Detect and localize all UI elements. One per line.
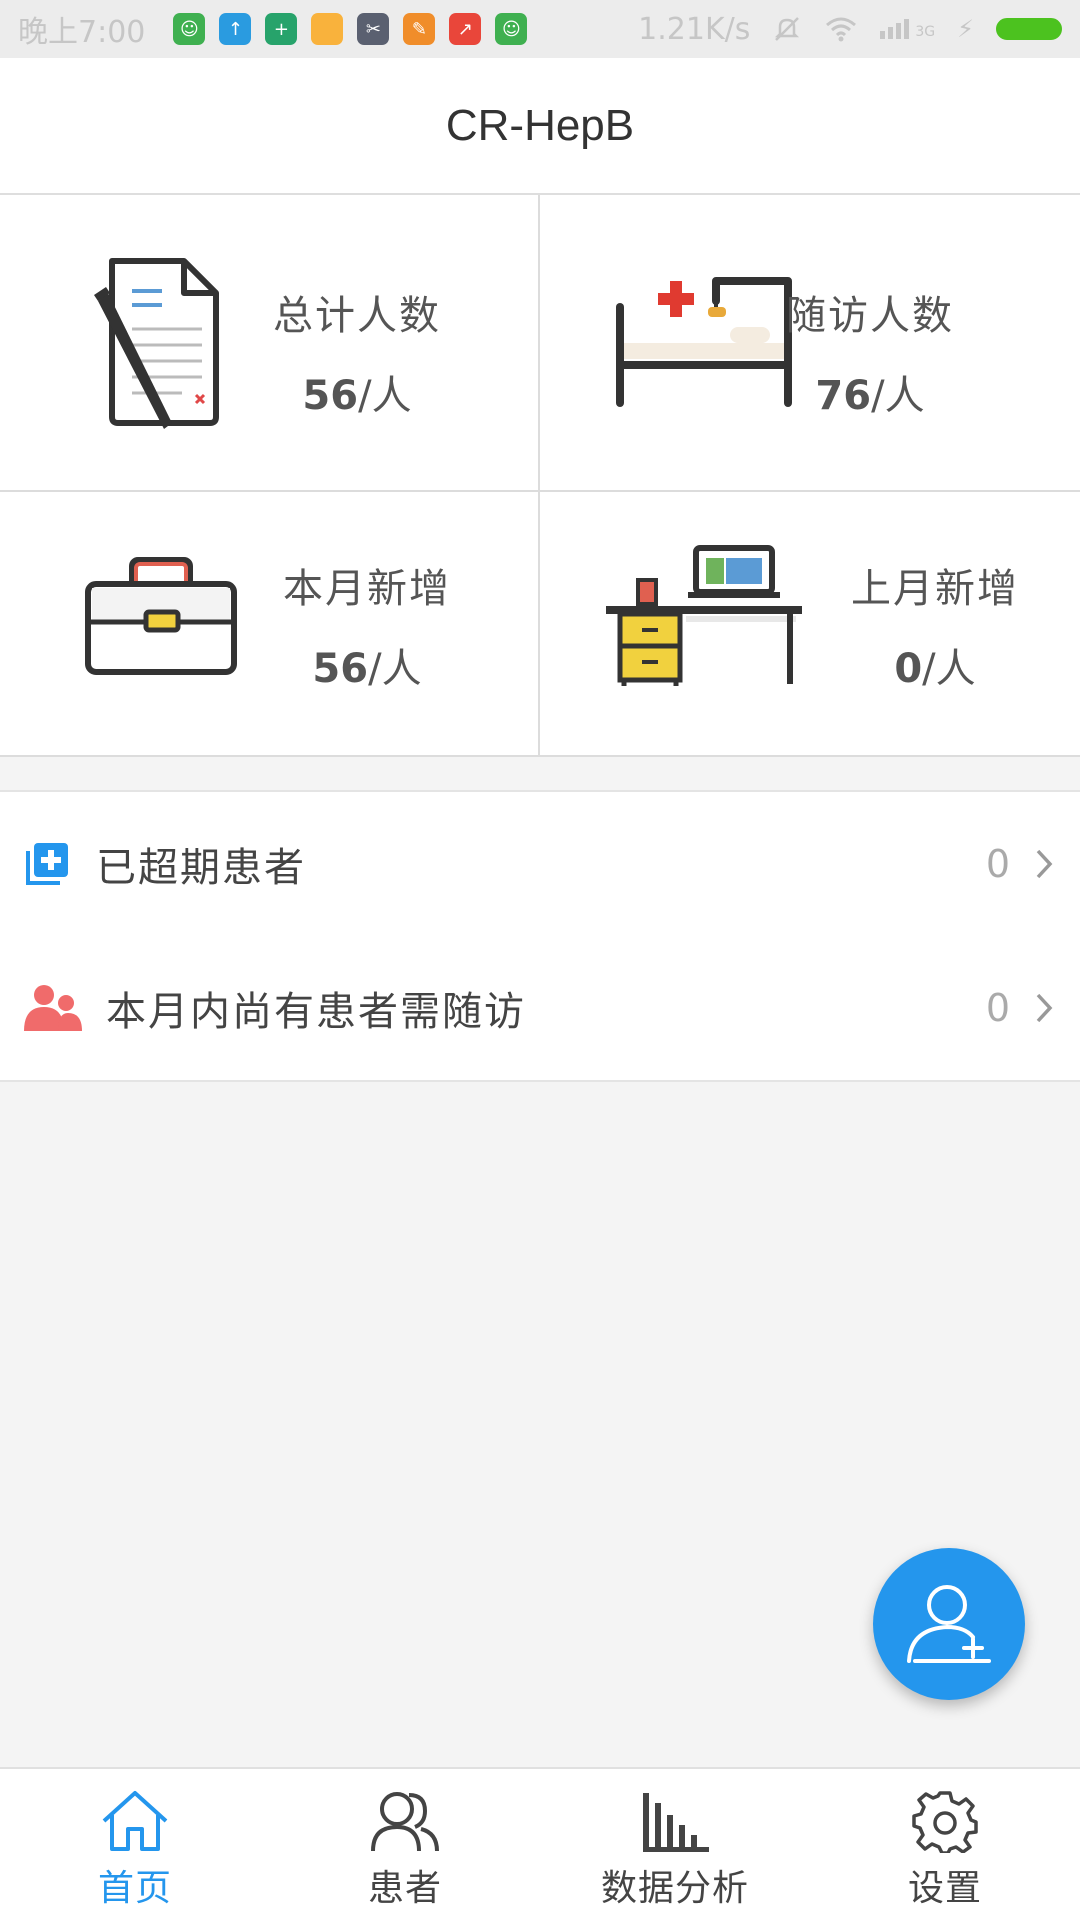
- stat-card-this-month[interactable]: 本月新增 56/人: [0, 492, 538, 755]
- stat-number: 56: [312, 646, 369, 692]
- stat-label: 总计人数: [273, 293, 441, 339]
- charging-icon: ⚡: [957, 15, 974, 43]
- gear-icon: [912, 1791, 978, 1853]
- signal-icon: 3G: [880, 19, 935, 39]
- nav-item-patients[interactable]: 患者: [270, 1769, 540, 1920]
- stat-unit: /人: [871, 373, 925, 419]
- nav-label: 患者: [367, 1868, 442, 1909]
- wifi-icon: [826, 17, 857, 42]
- status-right: 1.21K/s 3G ⚡: [638, 12, 1062, 47]
- stat-unit: /人: [358, 373, 412, 419]
- add-user-icon: [907, 1585, 991, 1663]
- briefcase-icon: [85, 557, 237, 675]
- document-pen-icon: [94, 258, 219, 429]
- stat-text: 上月新增 0/人: [840, 556, 1030, 694]
- notification-icons: ☺ ↑ + ✂ ✎ ↗ ☺: [173, 13, 528, 45]
- hospital-bed-icon: [616, 277, 792, 407]
- chevron-right-icon: [1036, 993, 1053, 1022]
- folder-notification-icon: [311, 13, 344, 45]
- app-notification-icon: ☺: [173, 13, 206, 45]
- stat-unit: /人: [368, 646, 422, 692]
- nav-label: 首页: [97, 1868, 172, 1909]
- stat-card-last-month[interactable]: 上月新增 0/人: [540, 492, 1080, 755]
- stat-value: 76/人: [780, 363, 960, 421]
- list-item-label: 已超期患者: [96, 844, 306, 891]
- chart-notification-icon: ↗: [449, 13, 482, 45]
- battery-icon: [996, 18, 1062, 40]
- stat-number: 56: [302, 373, 359, 419]
- stat-label: 上月新增: [851, 566, 1019, 612]
- network-type: 3G: [915, 24, 936, 40]
- stat-text: 总计人数 56/人: [262, 283, 452, 421]
- page-title: CR-HepB: [445, 100, 635, 150]
- stat-card-total[interactable]: 总计人数 56/人: [0, 195, 538, 490]
- app-notification-icon: ☺: [495, 13, 528, 45]
- list-item-label: 本月内尚有患者需随访: [106, 988, 526, 1035]
- stat-label: 随访人数: [786, 293, 954, 339]
- desk-laptop-icon: [606, 545, 802, 686]
- stat-value: 0/人: [840, 636, 1030, 694]
- stat-number: 76: [815, 373, 872, 419]
- mute-icon: [775, 17, 800, 41]
- list-item-overdue-patients[interactable]: 已超期患者 0: [0, 790, 1080, 937]
- home-icon: [102, 1791, 168, 1851]
- brush-notification-icon: ✎: [403, 13, 436, 45]
- patients-icon: [371, 1792, 439, 1852]
- stat-unit: /人: [922, 646, 976, 692]
- bar-chart-icon: [643, 1793, 709, 1852]
- stat-text: 随访人数 76/人: [780, 283, 960, 421]
- chevron-right-icon: [1036, 849, 1053, 878]
- shield-notification-icon: +: [265, 13, 298, 45]
- list-item-count: 0: [985, 841, 1010, 886]
- status-time: 晚上7:00: [18, 15, 146, 50]
- nav-item-home[interactable]: 首页: [0, 1769, 270, 1920]
- list-item-count: 0: [985, 985, 1010, 1030]
- network-speed: 1.21K/s: [638, 11, 751, 47]
- stat-text: 本月新增 56/人: [272, 556, 462, 694]
- bottom-nav: 首页 患者 数据分析 设置: [0, 1767, 1080, 1920]
- stats-grid: 总计人数 56/人 随访人数 76/人 本月新增 56/人 上月新增 0/人: [0, 195, 1080, 757]
- title-bar: CR-HepB: [0, 58, 1080, 195]
- add-copy-icon: [26, 842, 68, 885]
- upload-notification-icon: ↑: [219, 13, 252, 45]
- stat-value: 56/人: [272, 636, 462, 694]
- stat-card-followup[interactable]: 随访人数 76/人: [540, 195, 1080, 490]
- nav-item-settings[interactable]: 设置: [810, 1769, 1080, 1920]
- stat-value: 56/人: [262, 363, 452, 421]
- add-patient-button[interactable]: [873, 1548, 1025, 1700]
- scissors-notification-icon: ✂: [357, 13, 390, 45]
- nav-item-data-analysis[interactable]: 数据分析: [540, 1769, 810, 1920]
- stat-number: 0: [894, 646, 923, 692]
- status-bar: 晚上7:00 ☺ ↑ + ✂ ✎ ↗ ☺ 1.21K/s 3G ⚡: [0, 0, 1080, 58]
- alert-list: 已超期患者 0 本月内尚有患者需随访 0: [0, 790, 1080, 1082]
- nav-label: 数据分析: [600, 1868, 749, 1909]
- people-icon: [24, 984, 82, 1031]
- list-item-followup-due[interactable]: 本月内尚有患者需随访 0: [0, 935, 1080, 1082]
- nav-label: 设置: [907, 1868, 982, 1909]
- stat-label: 本月新增: [283, 566, 451, 612]
